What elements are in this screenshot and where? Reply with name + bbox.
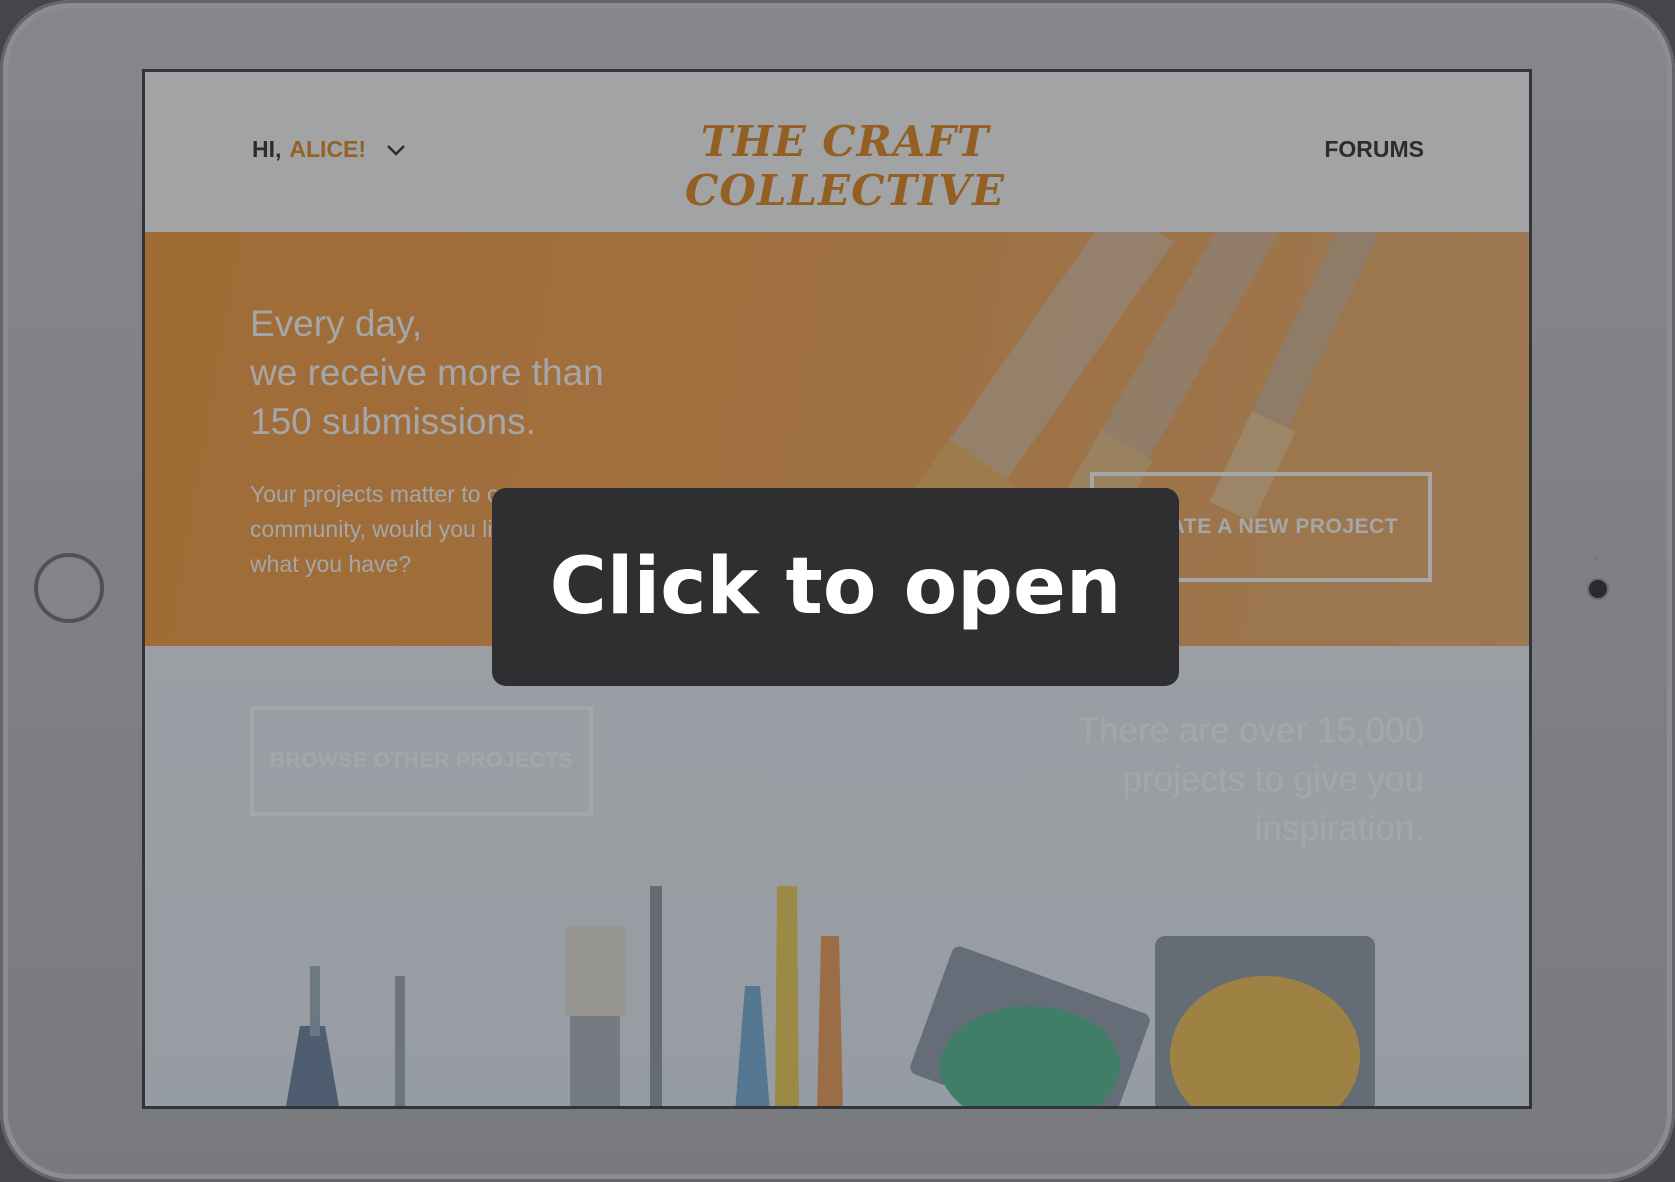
- hero-title-line: 150 submissions.: [250, 401, 536, 442]
- hero-title-line: Every day,: [250, 303, 423, 344]
- projects-count-text: There are over 15,000 projects to give y…: [1077, 711, 1424, 848]
- camera-icon: [1587, 578, 1609, 600]
- user-menu[interactable]: HI, ALICE!: [252, 136, 406, 163]
- chevron-down-icon: [387, 144, 405, 156]
- user-name: ALICE!: [289, 136, 367, 162]
- home-button[interactable]: [34, 553, 104, 623]
- greeting-prefix: HI,: [252, 136, 282, 162]
- forums-link[interactable]: FORUMS: [1324, 136, 1424, 163]
- click-to-open-button[interactable]: Click to open: [492, 488, 1179, 686]
- click-to-open-label: Click to open: [549, 542, 1122, 632]
- hero-title: Every day, we receive more than 150 subm…: [250, 299, 604, 446]
- site-logo[interactable]: THE CRAFT COLLECTIVE: [565, 117, 1125, 215]
- site-header: HI, ALICE! THE CRAFT COLLECTIVE FORUMS: [145, 72, 1529, 232]
- browse-projects-button[interactable]: BROWSE OTHER PROJECTS: [250, 706, 593, 816]
- hero-title-line: we receive more than: [250, 352, 604, 393]
- art-supplies-image: [286, 886, 1375, 1106]
- sensor-dot: [1593, 555, 1599, 561]
- browse-section: BROWSE OTHER PROJECTS There are over 15,…: [145, 646, 1529, 1106]
